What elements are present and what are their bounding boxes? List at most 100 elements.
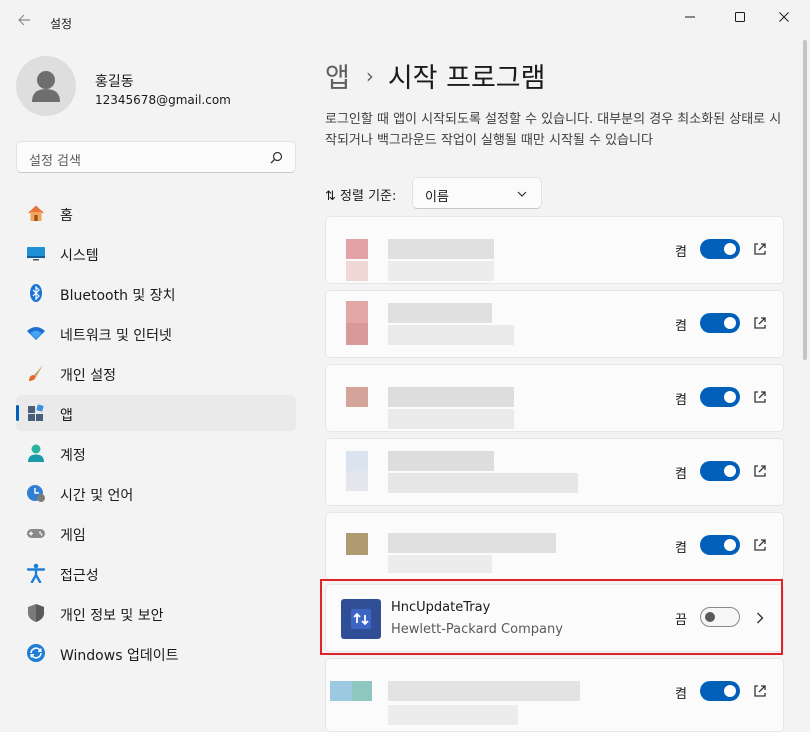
startup-state-text: 끔 <box>675 609 687 628</box>
accessibility-icon <box>26 563 46 583</box>
toggle-knob <box>724 685 736 697</box>
toggle-knob <box>705 612 715 622</box>
sidebar-item-accounts[interactable]: 계정 <box>16 435 296 471</box>
back-button[interactable] <box>12 10 36 34</box>
sidebar-item-apps[interactable]: 앱 <box>16 395 296 431</box>
sidebar-item-accessibility[interactable]: 접근성 <box>16 555 296 591</box>
sort-dropdown[interactable]: 이름 <box>412 177 542 209</box>
sidebar-item-gaming[interactable]: 게임 <box>16 515 296 551</box>
blurred-app-publisher <box>388 409 514 429</box>
blurred-app-icon <box>346 239 368 259</box>
sidebar-item-label: 시간 및 언어 <box>60 485 133 505</box>
sidebar-item-windows-update[interactable]: Windows 업데이트 <box>16 635 296 671</box>
windows-update-icon <box>26 643 46 663</box>
blurred-app-icon <box>346 261 368 281</box>
chevron-down-icon <box>517 190 527 198</box>
toggle-knob <box>724 391 736 403</box>
app-icon <box>341 599 381 639</box>
startup-app-row-hncupdatetray[interactable]: HncUpdateTray Hewlett-Packard Company 끔 <box>325 584 784 652</box>
apps-icon <box>26 403 46 423</box>
sidebar-nav: 홈 시스템 Bluetooth 및 장치 네트워크 및 인터넷 개인 설정 <box>16 195 296 675</box>
sidebar-item-label: 게임 <box>60 525 86 545</box>
blurred-app-icon <box>346 471 368 491</box>
close-icon <box>778 11 790 23</box>
blurred-app-publisher <box>388 555 492 573</box>
sidebar-item-bluetooth[interactable]: Bluetooth 및 장치 <box>16 275 296 311</box>
shield-icon <box>26 603 46 623</box>
startup-toggle[interactable] <box>700 239 740 259</box>
sidebar-item-label: 앱 <box>60 405 73 425</box>
blurred-app-icon <box>352 681 372 701</box>
startup-state-text: 켬 <box>675 683 687 702</box>
bluetooth-icon <box>26 283 46 303</box>
update-arrows-icon <box>349 607 373 631</box>
wifi-icon <box>26 323 46 343</box>
sidebar-item-time-language[interactable]: 시간 및 언어 <box>16 475 296 511</box>
chevron-right-icon[interactable] <box>756 611 764 625</box>
blurred-app-name <box>388 451 494 471</box>
gaming-icon <box>26 523 46 543</box>
time-language-icon <box>26 483 46 503</box>
startup-toggle[interactable] <box>700 313 740 333</box>
sort-label: ⇅ 정렬 기준: <box>325 185 396 204</box>
open-external-icon[interactable] <box>752 683 768 699</box>
toggle-knob <box>724 539 736 551</box>
sidebar-item-network[interactable]: 네트워크 및 인터넷 <box>16 315 296 351</box>
open-external-icon[interactable] <box>752 241 768 257</box>
toggle-knob <box>724 317 736 329</box>
startup-app-row: 켬 <box>325 658 784 732</box>
startup-toggle[interactable] <box>700 461 740 481</box>
sidebar-item-label: 계정 <box>60 445 86 465</box>
sort-value: 이름 <box>425 186 449 205</box>
user-icon <box>16 56 76 116</box>
search-icon <box>270 151 283 164</box>
breadcrumb-separator: › <box>366 64 374 88</box>
app-title: 설정 <box>50 15 72 32</box>
selection-indicator <box>16 405 19 421</box>
home-icon <box>26 203 46 223</box>
sidebar-item-label: 개인 정보 및 보안 <box>60 605 164 625</box>
blurred-app-publisher <box>388 261 494 281</box>
startup-toggle[interactable] <box>700 681 740 701</box>
avatar[interactable] <box>16 56 76 116</box>
page-title: 시작 프로그램 <box>388 56 546 95</box>
open-external-icon[interactable] <box>752 463 768 479</box>
blurred-app-name <box>388 681 580 701</box>
blurred-app-name <box>388 387 514 407</box>
brush-icon <box>26 363 46 383</box>
breadcrumb: 앱 › 시작 프로그램 <box>325 56 545 95</box>
account-icon <box>26 443 46 463</box>
startup-state-text: 켬 <box>675 537 687 556</box>
open-external-icon[interactable] <box>752 315 768 331</box>
startup-app-row: 켬 <box>325 438 784 506</box>
startup-toggle[interactable] <box>700 607 740 627</box>
blurred-app-publisher <box>388 473 578 493</box>
sidebar-item-label: 개인 설정 <box>60 365 116 385</box>
close-button[interactable] <box>762 2 806 32</box>
maximize-button[interactable] <box>718 2 762 32</box>
breadcrumb-parent-link[interactable]: 앱 <box>325 56 350 95</box>
sidebar-item-label: Windows 업데이트 <box>60 645 178 665</box>
maximize-icon <box>734 11 746 23</box>
sidebar-item-label: 홈 <box>60 205 73 225</box>
blurred-app-icon <box>346 301 368 323</box>
sidebar-item-personalization[interactable]: 개인 설정 <box>16 355 296 391</box>
scrollbar[interactable] <box>803 40 807 360</box>
page-description: 로그인할 때 앱이 시작되도록 설정할 수 있습니다. 대부분의 경우 최소화된… <box>325 109 785 151</box>
search-input[interactable]: 설정 검색 <box>16 141 296 173</box>
sidebar-item-label: 네트워크 및 인터넷 <box>60 325 172 345</box>
sidebar-item-home[interactable]: 홈 <box>16 195 296 231</box>
sidebar-item-label: 시스템 <box>60 245 99 265</box>
sidebar-item-system[interactable]: 시스템 <box>16 235 296 271</box>
open-external-icon[interactable] <box>752 389 768 405</box>
user-email: 12345678@gmail.com <box>95 93 231 107</box>
startup-toggle[interactable] <box>700 387 740 407</box>
startup-state-text: 켬 <box>675 389 687 408</box>
blurred-app-name <box>388 303 492 323</box>
minimize-button[interactable] <box>668 2 712 32</box>
startup-toggle[interactable] <box>700 535 740 555</box>
open-external-icon[interactable] <box>752 537 768 553</box>
blurred-app-publisher <box>388 705 518 725</box>
sidebar-item-privacy[interactable]: 개인 정보 및 보안 <box>16 595 296 631</box>
minimize-icon <box>684 11 696 23</box>
